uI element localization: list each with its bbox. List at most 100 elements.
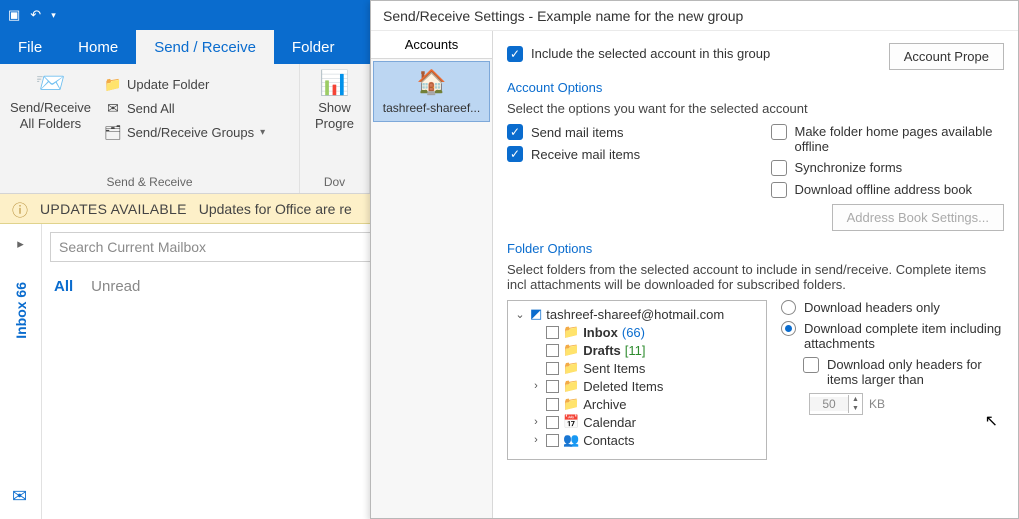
folder-tree[interactable]: ⌄ ◩ tashreef-shareef@hotmail.com 📁 Inbox…: [507, 300, 767, 460]
checkbox-icon[interactable]: [546, 434, 559, 447]
include-account-checkbox[interactable]: ✓ Include the selected account in this g…: [507, 46, 770, 62]
folder-icon: 📁: [563, 378, 579, 394]
tree-inbox[interactable]: 📁 Inbox (66): [514, 323, 760, 341]
account-name-label: tashreef-shareef...: [383, 101, 480, 115]
send-receive-settings-dialog: Send/Receive Settings - Example name for…: [370, 0, 1019, 519]
size-input: [810, 397, 848, 411]
tree-inbox-count: (66): [622, 325, 645, 340]
checkbox-icon: [771, 124, 787, 140]
home-pages-checkbox[interactable]: Make folder home pages available offline: [771, 124, 1005, 154]
download-headers-only-radio[interactable]: Download headers only: [781, 300, 1004, 315]
size-spinner[interactable]: ▲ ▼: [809, 393, 863, 415]
chevron-down-icon[interactable]: ⌄: [514, 308, 526, 321]
filter-unread[interactable]: Unread: [91, 278, 140, 295]
tree-drafts-label: Drafts: [583, 343, 621, 358]
checkbox-icon: ✓: [507, 46, 523, 62]
tree-deleted[interactable]: › 📁 Deleted Items: [514, 377, 760, 395]
kb-label: KB: [869, 397, 885, 411]
download-options: Download headers only Download complete …: [781, 300, 1004, 460]
tab-home[interactable]: Home: [60, 30, 136, 64]
filter-all[interactable]: All: [54, 278, 73, 295]
tree-calendar[interactable]: › 📅 Calendar: [514, 413, 760, 431]
tree-archive-label: Archive: [583, 397, 626, 412]
expand-nav-icon[interactable]: ▸: [17, 236, 24, 252]
ribbon-group-label: Send & Receive: [10, 173, 289, 191]
tree-deleted-label: Deleted Items: [583, 379, 663, 394]
account-item[interactable]: 🏠 tashreef-shareef...: [373, 61, 490, 122]
tab-folder[interactable]: Folder: [274, 30, 353, 64]
sr-groups-label: Send/Receive Groups: [127, 125, 254, 140]
folder-options-subtext: Select folders from the selected account…: [507, 262, 1004, 292]
radio-icon: [781, 321, 796, 336]
folder-icon: 📁: [563, 396, 579, 412]
spin-up-icon[interactable]: ▲: [849, 395, 862, 404]
accounts-column: Accounts 🏠 tashreef-shareef...: [371, 31, 493, 518]
tree-drafts-count: [11]: [625, 343, 646, 358]
search-placeholder: Search Current Mailbox: [59, 239, 206, 255]
checkbox-icon[interactable]: [546, 326, 559, 339]
checkbox-icon[interactable]: [546, 362, 559, 375]
account-properties-button[interactable]: Account Prope: [889, 43, 1004, 70]
qatoolbar-dropdown-icon[interactable]: ▾: [51, 10, 56, 21]
send-receive-groups-button[interactable]: 🗂 Send/Receive Groups ▾: [105, 122, 265, 142]
tree-root-label: tashreef-shareef@hotmail.com: [546, 307, 724, 322]
checkbox-icon: [771, 160, 787, 176]
tab-file[interactable]: File: [0, 30, 60, 64]
download-oab-checkbox[interactable]: Download offline address book: [771, 182, 1005, 198]
receive-mail-checkbox[interactable]: ✓ Receive mail items: [507, 146, 741, 162]
sync-forms-label: Synchronize forms: [795, 160, 903, 175]
checkbox-icon[interactable]: [546, 380, 559, 393]
dl-headers-label: Download headers only: [804, 300, 940, 315]
send-all-icon: ✉: [105, 100, 121, 116]
checkbox-icon[interactable]: [546, 416, 559, 429]
sync-forms-checkbox[interactable]: Synchronize forms: [771, 160, 1005, 176]
tree-drafts[interactable]: 📁 Drafts [11]: [514, 341, 760, 359]
chevron-right-icon[interactable]: ›: [530, 434, 542, 446]
download-oab-label: Download offline address book: [795, 182, 973, 197]
settings-column: ✓ Include the selected account in this g…: [493, 31, 1018, 518]
undo-icon[interactable]: ↶: [30, 7, 41, 23]
chevron-right-icon[interactable]: ›: [530, 416, 542, 428]
tree-contacts[interactable]: › 👥 Contacts: [514, 431, 760, 449]
groups-icon: 🗂: [105, 124, 121, 140]
update-folder-button[interactable]: 📁 Update Folder: [105, 74, 265, 94]
calendar-icon: 📅: [563, 414, 579, 430]
send-all-button[interactable]: ✉ Send All: [105, 98, 265, 118]
nav-inbox-label[interactable]: Inbox 66: [13, 272, 29, 349]
address-book-settings-button: Address Book Settings...: [832, 204, 1004, 231]
folder-icon: 📁: [563, 342, 579, 358]
checkbox-icon: ✓: [507, 146, 523, 162]
info-title: UPDATES AVAILABLE: [40, 201, 187, 217]
tree-root[interactable]: ⌄ ◩ tashreef-shareef@hotmail.com: [514, 305, 760, 323]
download-large-checkbox[interactable]: Download only headers for items larger t…: [803, 357, 1004, 387]
tree-sent[interactable]: 📁 Sent Items: [514, 359, 760, 377]
dialog-title: Send/Receive Settings - Example name for…: [371, 1, 1018, 31]
progress-icon: 📊: [319, 70, 351, 98]
tree-archive[interactable]: 📁 Archive: [514, 395, 760, 413]
exchange-icon: ◩: [530, 306, 542, 322]
send-mail-checkbox[interactable]: ✓ Send mail items: [507, 124, 741, 140]
tree-inbox-label: Inbox: [583, 325, 618, 340]
chevron-down-icon: ▾: [260, 127, 265, 138]
tree-calendar-label: Calendar: [583, 415, 636, 430]
show-progress-label: Show Progre: [315, 100, 354, 131]
radio-icon: [781, 300, 796, 315]
send-receive-all-button[interactable]: 📨 Send/Receive All Folders: [10, 70, 91, 142]
nav-pane-collapsed: ▸ Inbox 66: [0, 224, 42, 519]
checkbox-icon: ✓: [507, 124, 523, 140]
tab-send-receive[interactable]: Send / Receive: [136, 30, 274, 64]
checkbox-icon[interactable]: [546, 344, 559, 357]
download-complete-radio[interactable]: Download complete item including attachm…: [781, 321, 1004, 351]
receive-mail-label: Receive mail items: [531, 147, 640, 162]
window-icon: ▣: [8, 7, 20, 23]
chevron-right-icon[interactable]: ›: [530, 380, 542, 392]
tree-contacts-label: Contacts: [583, 433, 634, 448]
info-text: Updates for Office are re: [199, 201, 352, 217]
spin-down-icon[interactable]: ▼: [849, 404, 862, 413]
home-pages-label: Make folder home pages available offline: [795, 124, 1005, 154]
mail-module-icon[interactable]: ✉: [12, 486, 27, 507]
update-folder-label: Update Folder: [127, 77, 209, 92]
dl-large-label: Download only headers for items larger t…: [827, 357, 1004, 387]
show-progress-button[interactable]: 📊 Show Progre: [310, 70, 359, 131]
checkbox-icon[interactable]: [546, 398, 559, 411]
